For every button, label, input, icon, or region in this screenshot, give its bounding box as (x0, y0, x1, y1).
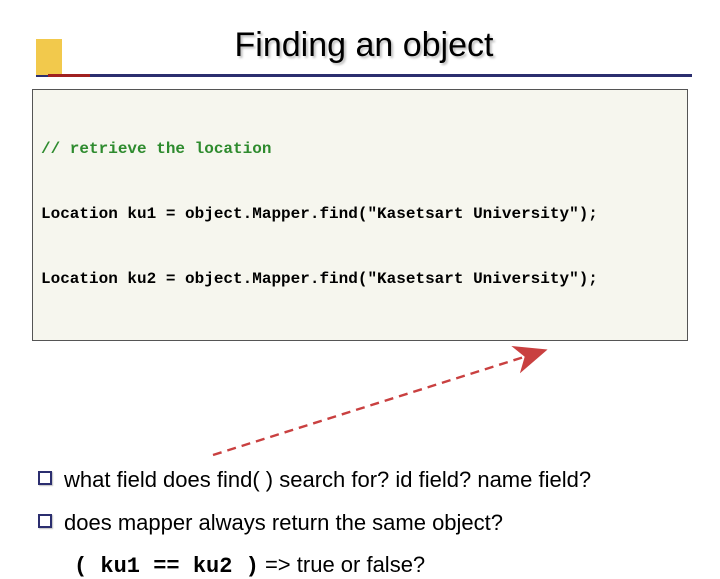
code-expression: ( ku1 == ku2 ) (74, 554, 259, 579)
bullet-text: what field does find( ) search for? id f… (64, 465, 686, 495)
bullet-square-icon (38, 514, 52, 528)
bullet-item-2: does mapper always return the same objec… (38, 508, 686, 538)
code-comment: // retrieve the location (41, 139, 679, 161)
result-text: => true or false? (259, 552, 425, 577)
accent-block-yellow (36, 39, 62, 75)
title-area: Finding an object (28, 20, 692, 77)
bullet-list: what field does find( ) search for? id f… (28, 465, 692, 579)
accent-line-navy (36, 74, 692, 77)
arrow-container (28, 345, 692, 455)
code-line-2: Location ku2 = object.Mapper.find("Kaset… (41, 269, 679, 291)
code-block: // retrieve the location Location ku1 = … (32, 89, 688, 341)
dashed-arrow (38, 345, 698, 465)
bullet-square-icon (38, 471, 52, 485)
title-underline (36, 73, 692, 77)
page-title: Finding an object (36, 20, 692, 75)
accent-line-red (48, 74, 90, 77)
sub-line: ( ku1 == ku2 ) => true or false? (74, 552, 686, 579)
code-line-1: Location ku1 = object.Mapper.find("Kaset… (41, 204, 679, 226)
bullet-item-1: what field does find( ) search for? id f… (38, 465, 686, 495)
bullet-text: does mapper always return the same objec… (64, 508, 686, 538)
slide: Finding an object // retrieve the locati… (0, 0, 720, 540)
